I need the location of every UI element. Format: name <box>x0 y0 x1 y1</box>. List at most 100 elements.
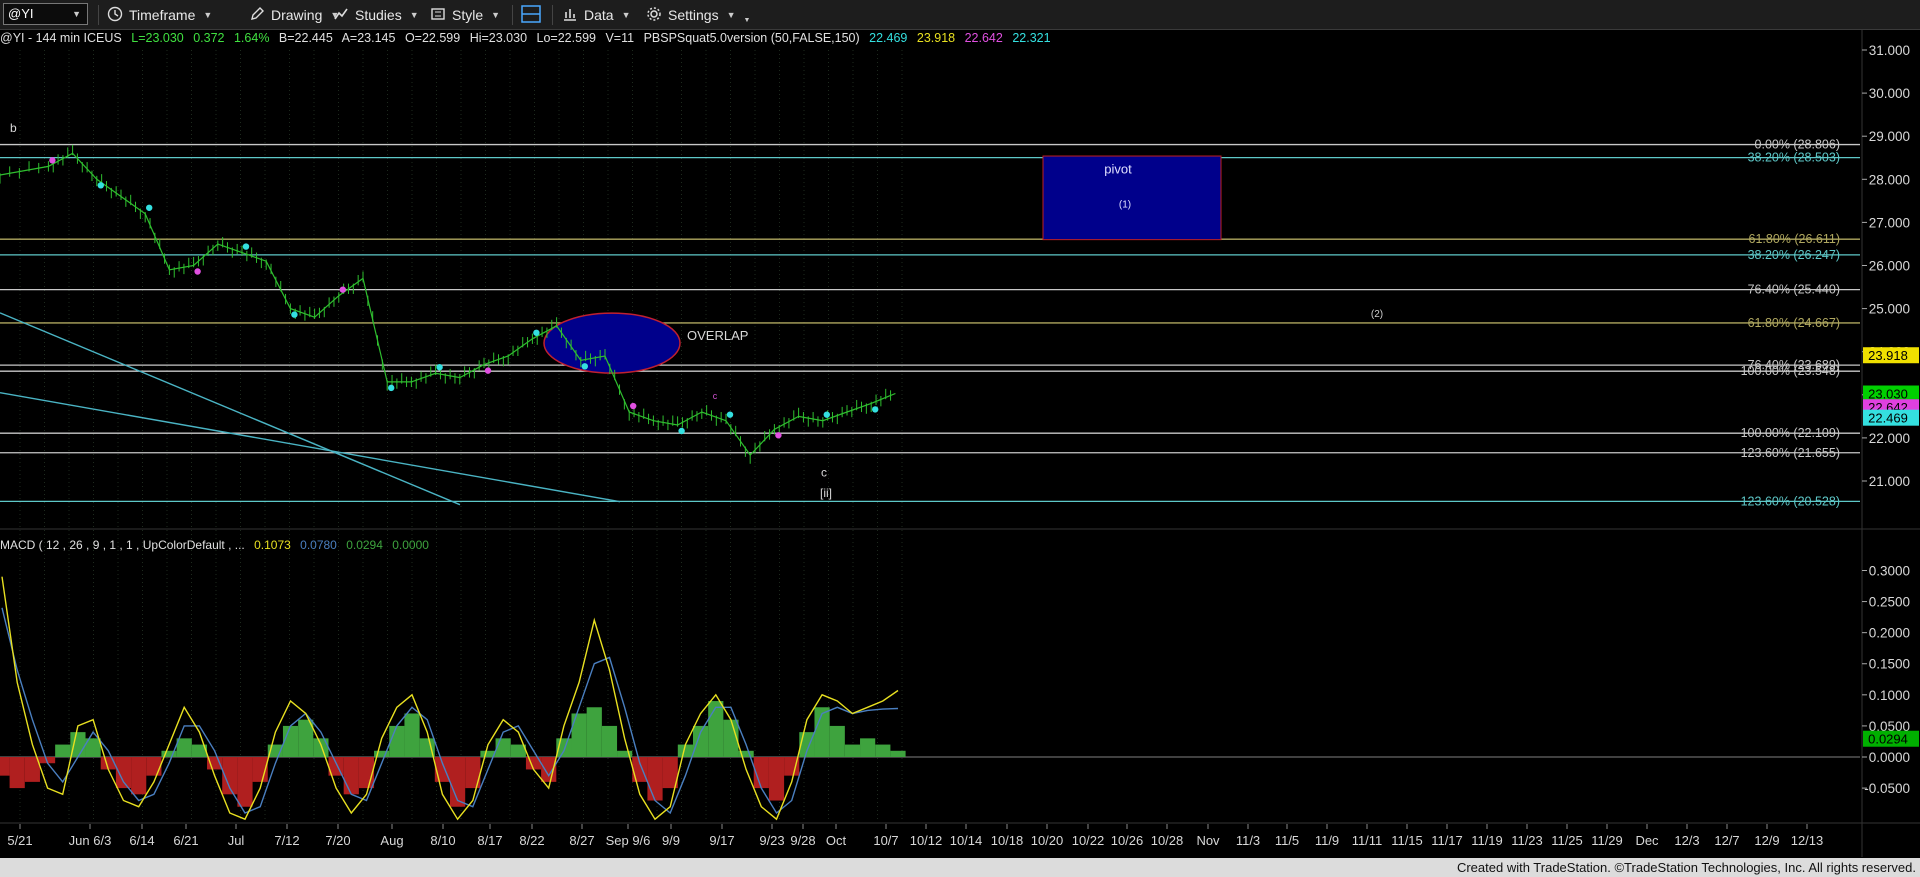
macd-histogram-bar <box>70 732 86 758</box>
x-tick-label: 9/23 <box>759 833 784 848</box>
net-change: 0.372 <box>193 31 225 45</box>
macd-histogram-bar <box>404 713 420 758</box>
x-tick-label: 11/9 <box>1315 833 1339 848</box>
pattern-dot <box>484 367 492 374</box>
x-tick-label: Aug <box>380 833 403 848</box>
macd-histogram-bar <box>601 725 618 758</box>
x-tick-label: 10/7 <box>873 833 898 848</box>
macd-histogram-bar <box>708 701 724 758</box>
macd-histogram-bar <box>313 738 329 758</box>
x-tick-label: 10/20 <box>1031 833 1064 848</box>
wave-c-small-label: c <box>713 391 718 401</box>
macd-histogram-bar <box>146 757 162 776</box>
fib-level-label: 38.20% (26.247) <box>1748 248 1840 262</box>
macd-histogram-bar <box>282 725 299 758</box>
y-tick-label: 0.1000 <box>1869 688 1910 703</box>
x-tick-label: 10/22 <box>1072 833 1105 848</box>
histogram-value: 0.0294 <box>346 538 383 552</box>
macd-histogram-bar <box>586 707 602 758</box>
macd-histogram-bar <box>343 757 359 795</box>
fib-level-label: 100.00% (22.109) <box>1741 426 1840 440</box>
macd-histogram-bar <box>55 744 71 758</box>
macd-histogram-bar <box>0 757 10 776</box>
y-tick-label: 0.1500 <box>1869 657 1910 672</box>
pivot-box <box>1042 155 1222 241</box>
low-price: Lo=22.599 <box>536 31 596 45</box>
x-tick-label: 7/12 <box>274 833 299 848</box>
macd-histogram-bar <box>541 757 557 782</box>
y-tick-label: 26.000 <box>1869 259 1910 274</box>
pattern-dot <box>823 411 830 418</box>
macd-histogram-bar <box>176 738 192 758</box>
macd-histogram-bar <box>692 725 709 758</box>
pattern-dot <box>533 329 540 336</box>
x-tick-label: 12/9 <box>1754 833 1779 848</box>
fib-level-label: 123.60% (21.655) <box>1741 446 1840 460</box>
y-tick-label: 29.000 <box>1869 129 1910 144</box>
x-tick-label: 11/5 <box>1275 833 1299 848</box>
macd-histogram-bar <box>890 750 906 758</box>
y-tick-label: -0.0500 <box>1864 781 1910 796</box>
x-tick-label: Dec <box>1635 833 1659 848</box>
x-tick-label: 11/17 <box>1431 833 1463 848</box>
x-tick-label: 10/14 <box>950 833 983 848</box>
macd-histogram-bar <box>571 713 587 758</box>
y-tick-label: 0.2000 <box>1869 626 1910 641</box>
x-tick-label: 11/23 <box>1511 833 1543 848</box>
macd-histogram-bar <box>389 725 405 758</box>
macd-histogram-bar <box>829 725 845 758</box>
pattern-dot <box>339 286 346 293</box>
x-tick-label: 10/12 <box>910 833 943 848</box>
pattern-dot <box>242 243 250 250</box>
y-tick-label: 25.000 <box>1869 302 1910 317</box>
fib-level-label: 100.00% (23.548) <box>1741 364 1840 378</box>
price-tag-label: 22.469 <box>1868 411 1908 426</box>
indicator-value: 22.321 <box>1012 31 1051 45</box>
pattern-dot <box>581 363 588 370</box>
x-tick-label: 8/17 <box>477 833 502 848</box>
pattern-dot <box>678 427 685 435</box>
x-tick-label: 12/3 <box>1674 833 1699 848</box>
macd-histogram-bar <box>768 757 785 801</box>
y-tick-label: 0.0000 <box>1869 750 1910 765</box>
x-tick-label: Sep 9/6 <box>606 833 651 848</box>
pattern-dot <box>630 402 637 410</box>
fib-level-label: 61.80% (24.667) <box>1748 316 1840 330</box>
high-price: Hi=23.030 <box>469 31 528 45</box>
ask-price: A=23.145 <box>341 31 396 45</box>
fib-level-label: 38.20% (28.503) <box>1748 151 1840 165</box>
y-tick-label: 30.000 <box>1869 86 1910 101</box>
x-tick-label: Oct <box>826 833 847 848</box>
pattern-dot <box>726 411 734 418</box>
open-price: O=22.599 <box>404 31 461 45</box>
x-tick-label: Jun 6/3 <box>69 833 112 848</box>
price-series <box>0 152 896 457</box>
bid-price: B=22.445 <box>278 31 333 45</box>
pattern-dot <box>388 384 395 392</box>
y-tick-label: 21.000 <box>1869 474 1910 489</box>
x-tick-label: Nov <box>1196 833 1220 848</box>
chart-canvas[interactable]: 0.00% (28.806)38.20% (28.503) 61.80% (26.… <box>0 0 1920 877</box>
signal-value: 0.0780 <box>300 538 337 552</box>
x-tick-label: 11/11 <box>1352 833 1383 848</box>
zero-value: 0.0000 <box>392 538 429 552</box>
macd-label: MACD ( 12 , 26 , 9 , 1 , 1 , UpColorDefa… <box>0 538 245 552</box>
x-tick-label: 8/22 <box>519 833 544 848</box>
pattern-dot <box>775 432 782 439</box>
macd-histogram-bar <box>860 738 876 758</box>
trend-line <box>0 312 461 506</box>
overlap-label: OVERLAP <box>687 328 748 343</box>
x-tick-label: 10/18 <box>991 833 1024 848</box>
x-tick-label: 9/9 <box>662 833 680 848</box>
x-tick-label: 11/25 <box>1551 833 1583 848</box>
x-tick-label: 5/21 <box>7 833 32 848</box>
macd-histogram-bar <box>844 744 861 758</box>
macd-info-line: MACD ( 12 , 26 , 9 , 1 , 1 , UpColorDefa… <box>0 538 435 552</box>
indicator-name: PBSPSquat5.0version (50,FALSE,150) <box>643 31 860 45</box>
y-tick-label: 0.2500 <box>1869 595 1910 610</box>
pct-change: 1.64% <box>233 31 270 45</box>
wave-2-label: (2) <box>1371 309 1383 320</box>
price-tag-label: 23.918 <box>1868 348 1908 363</box>
macd-histogram-bar <box>875 744 891 758</box>
x-tick-label: 11/3 <box>1236 833 1260 848</box>
